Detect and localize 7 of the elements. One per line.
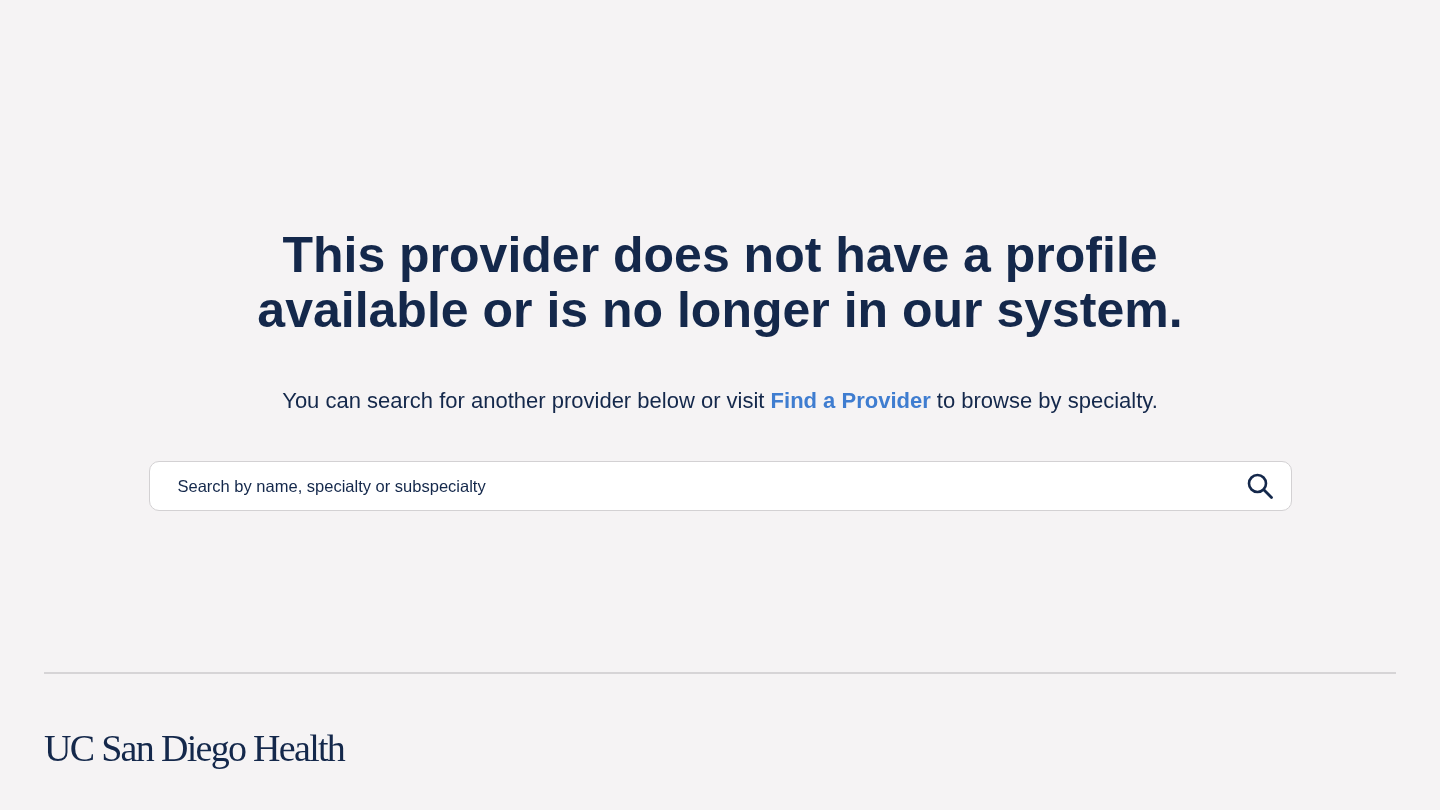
page-heading: This provider does not have a profile available or is no longer in our system. [257, 228, 1183, 338]
info-text: You can search for another provider below or visit Find a Provider to browse by specialty. [282, 387, 1158, 415]
find-provider-link[interactable]: Find a Provider [770, 388, 931, 413]
search-field[interactable]: Search by name, specialty or subspecialty [148, 461, 1292, 511]
search-icon [1246, 473, 1273, 499]
brand-logo[interactable]: UC San Diego Health [44, 727, 345, 769]
search-button[interactable] [1245, 472, 1274, 500]
